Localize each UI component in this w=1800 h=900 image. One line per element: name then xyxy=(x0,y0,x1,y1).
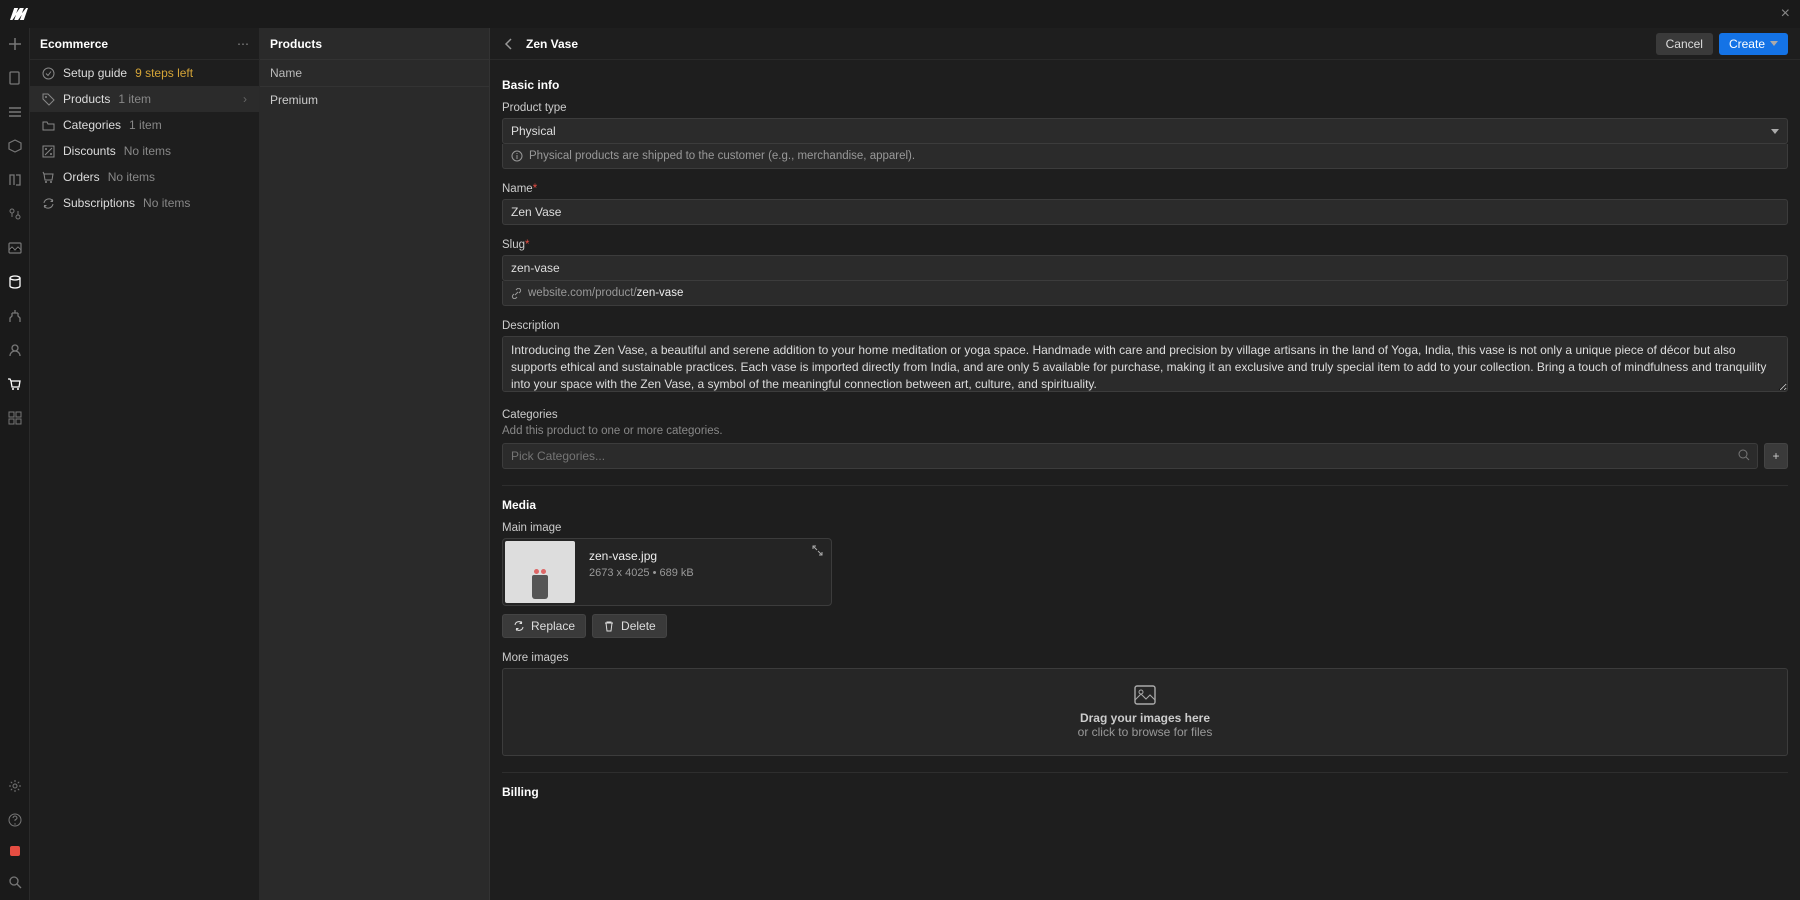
replace-icon xyxy=(513,620,525,632)
sidebar-item-subscriptions[interactable]: Subscriptions No items xyxy=(30,190,259,216)
chevron-down-icon xyxy=(1771,129,1779,134)
assets-icon[interactable] xyxy=(7,240,23,256)
webflow-logo[interactable] xyxy=(10,8,28,20)
sidebar-item-products[interactable]: Products 1 item › xyxy=(30,86,259,112)
main-image-label: Main image xyxy=(502,522,1788,534)
categories-sublabel: Add this product to one or more categori… xyxy=(502,425,1788,437)
image-dimensions: 2673 x 4025 • 689 kB xyxy=(589,567,819,579)
sidebar-item-setup[interactable]: Setup guide 9 steps left xyxy=(30,60,259,86)
video-icon[interactable] xyxy=(10,846,20,856)
logic-icon[interactable] xyxy=(7,308,23,324)
variables-icon[interactable] xyxy=(7,172,23,188)
categories-input[interactable] xyxy=(502,443,1758,469)
page-title: Zen Vase xyxy=(526,37,578,51)
check-circle-icon xyxy=(42,67,55,80)
slug-input[interactable] xyxy=(502,255,1788,281)
sidebar-item-categories[interactable]: Categories 1 item xyxy=(30,112,259,138)
ecommerce-icon[interactable] xyxy=(7,376,23,392)
section-billing: Billing xyxy=(502,785,1788,799)
more-images-label: More images xyxy=(502,652,1788,664)
search-rail-icon[interactable] xyxy=(7,874,23,890)
components-icon[interactable] xyxy=(7,138,23,154)
section-basic-info: Basic info xyxy=(502,78,1788,92)
content-area: Zen Vase Cancel Create Basic info Produc… xyxy=(490,28,1800,900)
chevron-right-icon: › xyxy=(243,92,247,106)
slug-label: Slug* xyxy=(502,239,1788,251)
list-item[interactable]: Premium xyxy=(260,87,489,113)
pages-icon[interactable] xyxy=(7,70,23,86)
products-panel: Products Name Premium xyxy=(260,28,490,900)
left-rail xyxy=(0,28,30,900)
panel-title: Ecommerce xyxy=(40,37,108,51)
close-icon[interactable]: × xyxy=(1781,5,1790,23)
add-category-button[interactable]: + xyxy=(1764,443,1788,469)
name-label: Name* xyxy=(502,183,1788,195)
refresh-icon xyxy=(42,197,55,210)
image-icon xyxy=(519,685,1771,705)
cms-icon[interactable] xyxy=(7,274,23,290)
expand-icon[interactable] xyxy=(812,545,823,556)
link-icon xyxy=(511,288,522,299)
product-type-label: Product type xyxy=(502,102,1788,114)
more-icon[interactable]: ⋯ xyxy=(237,37,249,51)
slug-url-preview: website.com/product/zen-vase xyxy=(502,281,1788,306)
description-label: Description xyxy=(502,320,1788,332)
cart-icon xyxy=(42,171,55,184)
product-type-hint: Physical products are shipped to the cus… xyxy=(502,144,1788,169)
apps-icon[interactable] xyxy=(7,410,23,426)
users-icon[interactable] xyxy=(7,342,23,358)
description-textarea[interactable] xyxy=(502,336,1788,392)
create-button[interactable]: Create xyxy=(1719,33,1788,55)
tag-icon xyxy=(42,93,55,106)
search-icon xyxy=(1738,449,1750,461)
section-media: Media xyxy=(502,498,1788,512)
main-image-card: zen-vase.jpg 2673 x 4025 • 689 kB xyxy=(502,538,832,606)
delete-button[interactable]: Delete xyxy=(592,614,667,638)
replace-button[interactable]: Replace xyxy=(502,614,586,638)
products-title: Products xyxy=(260,28,489,60)
categories-label: Categories xyxy=(502,409,1788,421)
percent-icon xyxy=(42,145,55,158)
image-filename: zen-vase.jpg xyxy=(589,549,819,563)
dropzone-title: Drag your images here xyxy=(519,711,1771,725)
ecommerce-panel: Ecommerce ⋯ Setup guide 9 steps left Pro… xyxy=(30,28,260,900)
trash-icon xyxy=(603,620,615,632)
list-column-name: Name xyxy=(260,60,489,87)
image-dropzone[interactable]: Drag your images here or click to browse… xyxy=(502,668,1788,756)
navigator-icon[interactable] xyxy=(7,104,23,120)
name-input[interactable] xyxy=(502,199,1788,225)
help-icon[interactable] xyxy=(7,812,23,828)
sidebar-item-orders[interactable]: Orders No items xyxy=(30,164,259,190)
image-thumbnail xyxy=(505,541,575,603)
styles-icon[interactable] xyxy=(7,206,23,222)
back-arrow-icon[interactable] xyxy=(502,37,516,51)
chevron-down-icon xyxy=(1770,41,1778,46)
dropzone-sub: or click to browse for files xyxy=(519,725,1771,739)
product-type-select[interactable]: Physical xyxy=(502,118,1788,144)
sidebar-item-discounts[interactable]: Discounts No items xyxy=(30,138,259,164)
add-icon[interactable] xyxy=(7,36,23,52)
cancel-button[interactable]: Cancel xyxy=(1656,33,1713,55)
settings-icon[interactable] xyxy=(7,778,23,794)
folder-icon xyxy=(42,119,55,132)
info-icon xyxy=(511,150,523,162)
